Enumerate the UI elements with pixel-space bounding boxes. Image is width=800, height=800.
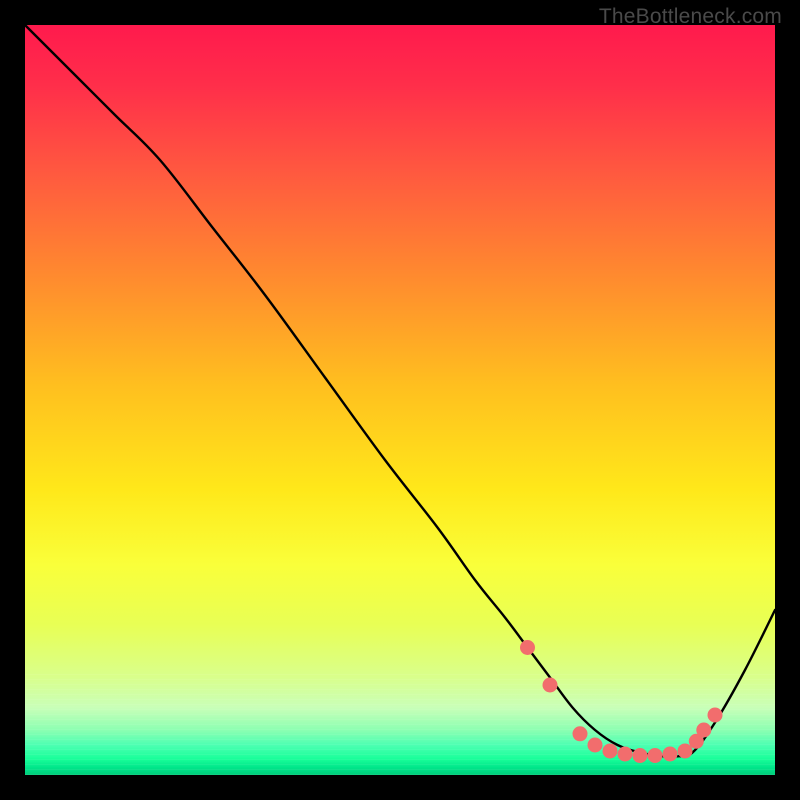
plot-area [25, 25, 775, 775]
highlight-dot [573, 726, 588, 741]
highlight-dot [708, 708, 723, 723]
highlight-dot [543, 678, 558, 693]
highlight-dot [678, 744, 693, 759]
chart-frame: TheBottleneck.com [0, 0, 800, 800]
highlight-dot [696, 723, 711, 738]
highlight-dot [663, 747, 678, 762]
highlight-dot [648, 748, 663, 763]
highlight-dot [520, 640, 535, 655]
highlight-dot [588, 738, 603, 753]
highlight-dot [618, 747, 633, 762]
highlight-dot [633, 748, 648, 763]
bottleneck-curve [25, 25, 775, 757]
highlight-dot [603, 744, 618, 759]
highlight-dots [520, 640, 723, 763]
curve-layer [25, 25, 775, 775]
watermark-text: TheBottleneck.com [599, 5, 782, 29]
